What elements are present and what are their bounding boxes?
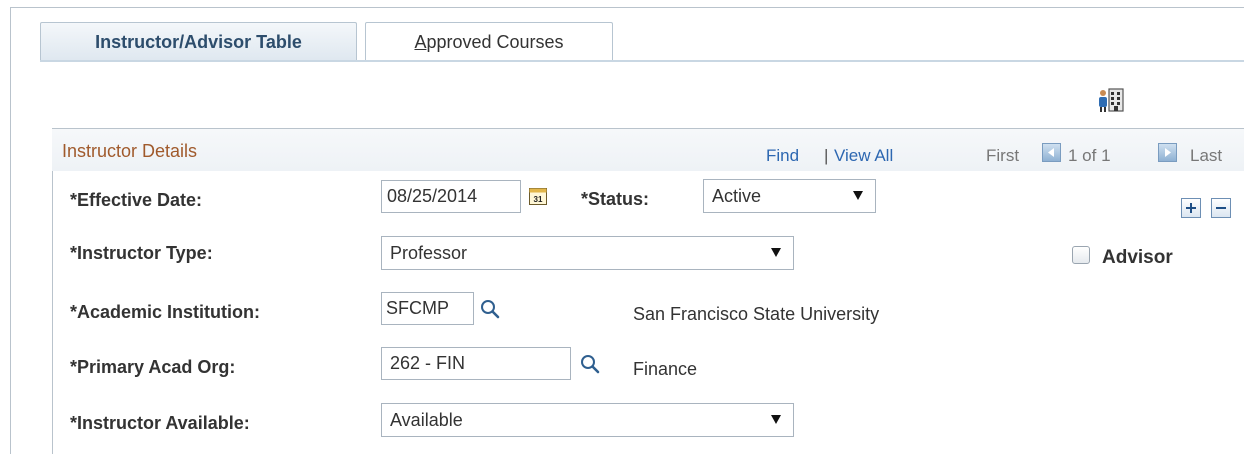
svg-text:31: 31: [534, 195, 543, 204]
instructor-available-label: *Instructor Available:: [70, 413, 250, 433]
instructor-type-selected-value: Professor: [390, 243, 468, 263]
instructor-available-selected-value: Available: [390, 410, 463, 430]
section-title: Instructor Details: [62, 141, 198, 161]
instructor-available-select[interactable]: Available: [381, 403, 794, 437]
status-select[interactable]: Active: [703, 179, 876, 213]
next-row-button[interactable]: [1158, 143, 1177, 162]
add-row-button[interactable]: [1181, 198, 1201, 218]
view-all-link[interactable]: View All: [834, 146, 893, 166]
tab-instructor-advisor-table[interactable]: Instructor/Advisor Table: [40, 22, 357, 60]
magnifier-icon[interactable]: [579, 353, 601, 375]
advisor-label: Advisor: [1102, 247, 1173, 268]
status-selected-value: Active: [712, 186, 762, 206]
tab-label: pproved Courses: [426, 32, 564, 52]
instructor-type-select[interactable]: Professor: [381, 236, 794, 270]
chevron-right-icon: [1165, 148, 1171, 157]
calendar-icon[interactable]: 31: [528, 186, 548, 206]
instructor-details-header: [52, 129, 1244, 171]
tab-underline: [40, 60, 1244, 62]
row-count: 1 of 1: [1068, 146, 1111, 165]
primary-acad-org-field[interactable]: 262 - FIN: [381, 347, 571, 380]
frame-left-border: [10, 7, 11, 454]
advisor-checkbox[interactable]: [1072, 246, 1090, 264]
tab-label: Instructor/Advisor Table: [95, 32, 302, 52]
tab-label-accesskey: A: [414, 32, 427, 52]
previous-row-button[interactable]: [1042, 143, 1061, 162]
effective-date-field[interactable]: 08/25/2014: [381, 180, 521, 213]
dropdown-arrow-icon: [771, 415, 781, 424]
last-link[interactable]: Last: [1190, 146, 1222, 166]
tab-approved-courses[interactable]: Approved Courses: [365, 22, 613, 60]
first-link[interactable]: First: [986, 146, 1019, 166]
academic-institution-description: San Francisco State University: [633, 304, 880, 324]
dropdown-arrow-icon: [771, 248, 781, 257]
instructor-type-label: *Instructor Type:: [70, 243, 213, 263]
effective-date-label: *Effective Date:: [70, 190, 203, 210]
primary-acad-org-description: Finance: [633, 359, 698, 379]
status-label: *Status:: [581, 189, 650, 209]
primary-acad-org-label: *Primary Acad Org:: [70, 357, 236, 377]
delete-row-button[interactable]: [1211, 198, 1231, 218]
org-chart-icon[interactable]: [1096, 86, 1126, 114]
academic-institution-label: *Academic Institution:: [70, 302, 261, 322]
dropdown-arrow-icon: [853, 191, 863, 200]
frame-top-border: [10, 7, 1244, 8]
link-separator: |: [824, 146, 829, 165]
academic-institution-field[interactable]: SFCMP: [381, 292, 474, 325]
find-link[interactable]: Find: [766, 146, 799, 166]
chevron-left-icon: [1048, 148, 1054, 157]
magnifier-icon[interactable]: [479, 298, 501, 320]
